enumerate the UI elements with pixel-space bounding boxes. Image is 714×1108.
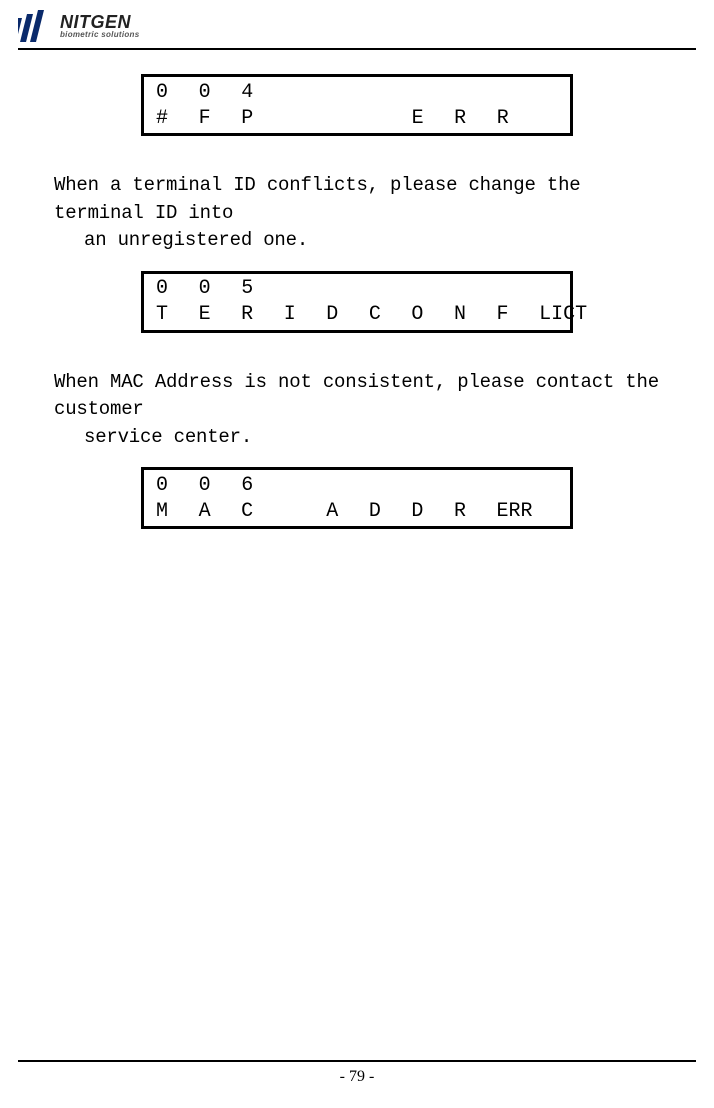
para-line: an unregistered one. — [54, 227, 660, 255]
lcd-cell: D — [399, 500, 442, 523]
lcd-cell: A — [314, 500, 357, 523]
nitgen-logo-icon — [18, 10, 52, 42]
lcd-cell: 6 — [229, 474, 272, 497]
lcd-cell: A — [187, 500, 230, 523]
lcd-cell: I — [272, 303, 315, 326]
lcd-cell: E — [400, 107, 443, 130]
lcd-cell: R — [229, 303, 272, 326]
lcd-cell: 0 — [187, 277, 230, 300]
page-number: - 79 - — [0, 1062, 714, 1086]
lcd-cell: R — [485, 107, 528, 130]
lcd-display-004: 0 0 4 # F P E R R — [141, 74, 573, 136]
paragraph-mac-address: When MAC Address is not consistent, plea… — [54, 369, 660, 452]
lcd-cell: 0 — [187, 474, 230, 497]
lcd-cell: C — [229, 500, 272, 523]
lcd-cell: R — [442, 500, 485, 523]
para-line: When a terminal ID conflicts, please cha… — [54, 174, 581, 224]
lcd-cell: 0 — [144, 474, 187, 497]
paragraph-terminal-id: When a terminal ID conflicts, please cha… — [54, 172, 660, 255]
para-line: When MAC Address is not consistent, plea… — [54, 371, 659, 421]
lcd-cell: M — [144, 500, 187, 523]
lcd-cell: O — [399, 303, 442, 326]
page-content: 0 0 4 # F P E R R — [18, 50, 696, 529]
lcd-cell: 4 — [229, 81, 272, 104]
lcd-cell: R — [442, 107, 485, 130]
lcd-cell: E — [187, 303, 230, 326]
page-header: NITGEN biometric solutions — [18, 10, 696, 48]
lcd-cell: 0 — [144, 277, 187, 300]
lcd-cell: 0 — [187, 81, 230, 104]
lcd-cell: D — [357, 500, 400, 523]
lcd-cell: F — [187, 107, 230, 130]
lcd-cell: D — [314, 303, 357, 326]
brand-subtitle: biometric solutions — [60, 31, 140, 39]
lcd-row: T E R I D C O N F LICT — [144, 302, 570, 328]
lcd-cell: ERR — [485, 500, 528, 523]
lcd-row: 0 0 6 — [144, 472, 570, 498]
lcd-row: 0 0 5 — [144, 276, 570, 302]
lcd-cell: T — [144, 303, 187, 326]
lcd-row: 0 0 4 — [144, 79, 570, 105]
brand-text: NITGEN biometric solutions — [60, 13, 140, 39]
lcd-cell: N — [442, 303, 485, 326]
lcd-row: M A C A D D R ERR — [144, 498, 570, 524]
lcd-cell: 0 — [144, 81, 187, 104]
lcd-cell: LICT — [527, 303, 570, 326]
lcd-cell: 5 — [229, 277, 272, 300]
lcd-cell: # — [144, 107, 187, 130]
lcd-display-006: 0 0 6 M A C A D D R ERR — [141, 467, 573, 529]
lcd-cell: F — [485, 303, 528, 326]
lcd-cell: C — [357, 303, 400, 326]
para-line: service center. — [54, 424, 660, 452]
lcd-cell: P — [229, 107, 272, 130]
page-footer: - 79 - — [0, 1060, 714, 1086]
lcd-display-005: 0 0 5 T E R I D C O N F LIC — [141, 271, 573, 333]
lcd-row: # F P E R R — [144, 105, 570, 131]
brand-name: NITGEN — [60, 13, 140, 31]
